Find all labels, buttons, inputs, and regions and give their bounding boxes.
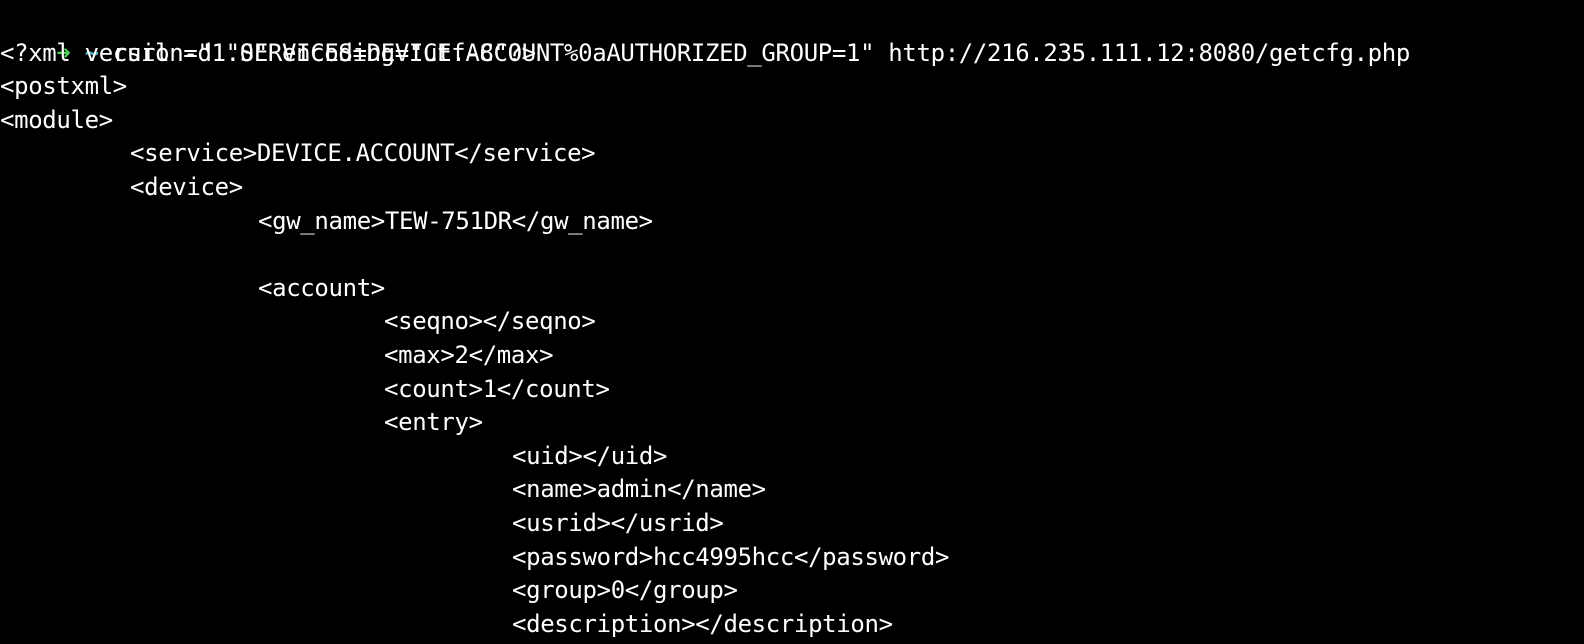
output-gw-name: <gw_name>TEW-751DR</gw_name>	[258, 206, 653, 235]
output-seqno: <seqno></seqno>	[384, 307, 596, 336]
output-postxml-open: <postxml>	[0, 72, 127, 101]
output-count: <count>1</count>	[384, 374, 610, 403]
output-name: <name>admin</name>	[512, 475, 766, 504]
output-group: <group>0</group>	[512, 576, 738, 605]
output-account-open: <account>	[258, 273, 385, 302]
terminal-window[interactable]: ➜ ~ curl -d "SERVICES=DEVICE.ACCOUNT%0aA…	[0, 0, 1584, 644]
output-module-open: <module>	[0, 105, 113, 134]
output-uid: <uid></uid>	[512, 441, 668, 470]
output-usrid: <usrid></usrid>	[512, 508, 724, 537]
command-line: ➜ ~ curl -d "SERVICES=DEVICE.ACCOUNT%0aA…	[0, 3, 1584, 67]
output-service: <service>DEVICE.ACCOUNT</service>	[130, 139, 596, 168]
output-max: <max>2</max>	[384, 340, 554, 369]
output-device-open: <device>	[130, 172, 243, 201]
output-entry-open: <entry>	[384, 408, 483, 437]
output-blank-line	[0, 238, 1584, 272]
output-xml-declaration: <?xml version="1.0" encoding="utf-8"?>	[0, 38, 536, 67]
output-description: <description></description>	[512, 609, 893, 638]
output-password: <password>hcc4995hcc</password>	[512, 542, 950, 571]
